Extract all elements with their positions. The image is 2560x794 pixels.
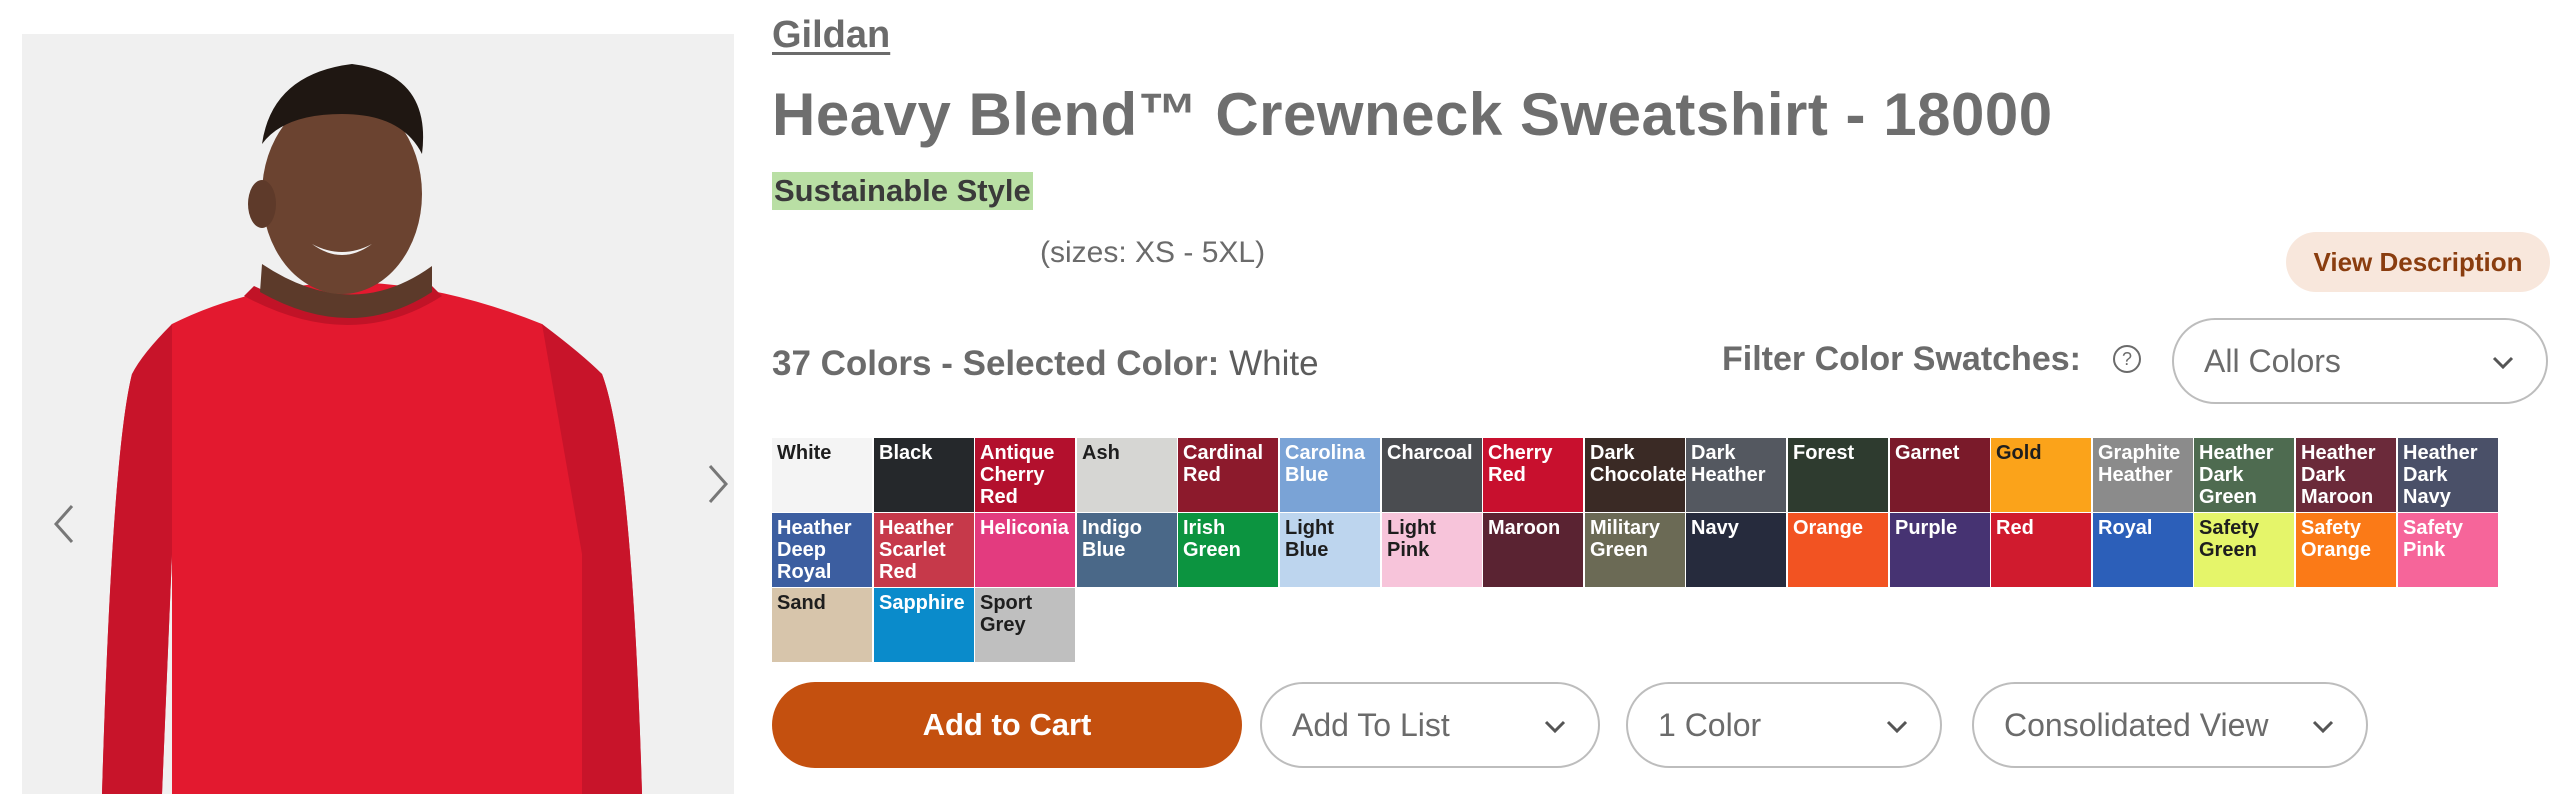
color-swatch[interactable]: Military Green xyxy=(1585,513,1685,587)
add-to-cart-button[interactable]: Add to Cart xyxy=(772,682,1242,768)
selected-color-value: White xyxy=(1229,344,1319,383)
color-swatch[interactable]: Heather Scarlet Red xyxy=(874,513,974,587)
color-swatch[interactable]: Charcoal xyxy=(1382,438,1482,512)
color-swatch[interactable]: Irish Green xyxy=(1178,513,1278,587)
color-swatch[interactable]: Sand xyxy=(772,588,872,662)
color-filter-select[interactable]: All Colors xyxy=(2172,318,2548,404)
filter-swatches-label: Filter Color Swatches: xyxy=(1722,340,2081,378)
product-image-gallery xyxy=(22,34,734,794)
color-count-label: 37 Colors - Selected Color: xyxy=(772,344,1220,383)
view-mode-dropdown[interactable]: Consolidated View xyxy=(1972,682,2368,768)
color-swatch[interactable]: Heather Dark Green xyxy=(2194,438,2294,512)
previous-image-button[interactable] xyxy=(52,502,92,562)
chevron-left-icon xyxy=(53,505,74,543)
chevron-down-icon xyxy=(2492,356,2514,370)
color-swatch[interactable]: Heather Deep Royal xyxy=(772,513,872,587)
color-swatch[interactable]: Sport Grey xyxy=(975,588,1075,662)
product-title: Heavy Blend™ Crewneck Sweatshirt - 18000 xyxy=(772,81,2053,148)
color-swatch[interactable]: Heather Dark Navy xyxy=(2398,438,2498,512)
question-circle-icon[interactable]: ? xyxy=(2112,344,2142,374)
chevron-down-icon xyxy=(1544,720,1566,734)
size-range: (sizes: XS - 5XL) xyxy=(1040,236,1266,269)
color-swatch[interactable]: Orange xyxy=(1788,513,1888,587)
sustainable-style-tag: Sustainable Style xyxy=(772,172,1033,210)
color-swatch[interactable]: Forest xyxy=(1788,438,1888,512)
svg-text:?: ? xyxy=(2122,349,2132,369)
color-swatch[interactable]: Carolina Blue xyxy=(1280,438,1380,512)
color-swatch[interactable]: Royal xyxy=(2093,513,2193,587)
color-swatch[interactable]: Navy xyxy=(1686,513,1786,587)
color-swatch[interactable]: Safety Green xyxy=(2194,513,2294,587)
color-swatch[interactable]: Light Blue xyxy=(1280,513,1380,587)
color-swatch[interactable]: Red xyxy=(1991,513,2091,587)
color-swatch[interactable]: Cherry Red xyxy=(1483,438,1583,512)
brand-link[interactable]: Gildan xyxy=(772,14,890,57)
chevron-down-icon xyxy=(2312,720,2334,734)
chevron-right-icon xyxy=(708,465,729,503)
color-swatch[interactable]: Black xyxy=(874,438,974,512)
chevron-down-icon xyxy=(1886,720,1908,734)
color-swatch[interactable]: Indigo Blue xyxy=(1077,513,1177,587)
color-filter-value: All Colors xyxy=(2204,342,2341,379)
color-swatch[interactable]: Heather Dark Maroon xyxy=(2296,438,2396,512)
color-swatch[interactable]: Heliconia xyxy=(975,513,1075,587)
color-quantity-dropdown[interactable]: 1 Color xyxy=(1626,682,1942,768)
color-swatch[interactable]: Cardinal Red xyxy=(1178,438,1278,512)
view-description-button[interactable]: View Description xyxy=(2286,232,2550,292)
color-swatch[interactable]: Light Pink xyxy=(1382,513,1482,587)
view-mode-value: Consolidated View xyxy=(2004,706,2269,743)
color-swatch[interactable]: Dark Heather xyxy=(1686,438,1786,512)
product-photo xyxy=(22,34,734,794)
color-swatch[interactable]: Ash xyxy=(1077,438,1177,512)
color-swatch[interactable]: Sapphire xyxy=(874,588,974,662)
color-swatch[interactable]: Maroon xyxy=(1483,513,1583,587)
color-swatch[interactable]: White xyxy=(772,438,872,512)
color-swatch[interactable]: Safety Pink xyxy=(2398,513,2498,587)
add-to-list-label: Add To List xyxy=(1292,706,1450,743)
color-swatch[interactable]: Graphite Heather xyxy=(2093,438,2193,512)
color-swatch[interactable]: Gold xyxy=(1991,438,2091,512)
color-swatch[interactable]: Purple xyxy=(1890,513,1990,587)
color-swatch[interactable]: Antique Cherry Red xyxy=(975,438,1075,512)
color-quantity-value: 1 Color xyxy=(1658,706,1762,743)
color-swatch[interactable]: Dark Chocolate xyxy=(1585,438,1685,512)
add-to-list-dropdown[interactable]: Add To List xyxy=(1260,682,1600,768)
next-image-button[interactable] xyxy=(706,462,734,522)
color-swatch[interactable]: Safety Orange xyxy=(2296,513,2396,587)
colors-summary: 37 Colors - Selected Color: White xyxy=(772,344,1319,384)
color-swatch[interactable]: Garnet xyxy=(1890,438,1990,512)
